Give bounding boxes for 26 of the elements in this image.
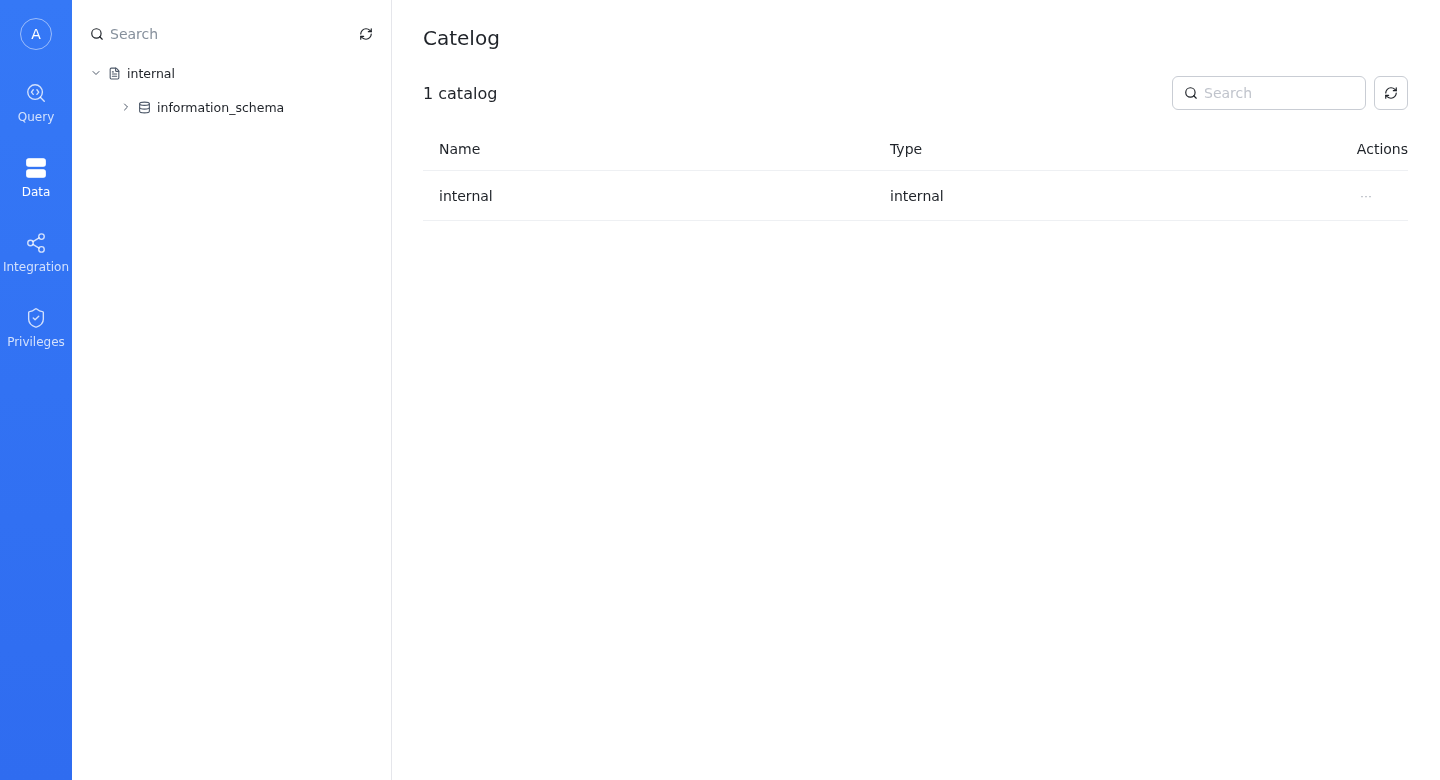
database-icon (138, 100, 151, 114)
refresh-icon[interactable] (359, 27, 373, 41)
server-icon (25, 157, 47, 179)
nav-item[interactable]: Data (0, 157, 72, 218)
refresh-icon (1384, 86, 1398, 100)
search-icon (1184, 86, 1198, 100)
table-cell: internal (439, 187, 493, 204)
column-header: Name (439, 141, 481, 157)
refresh-button[interactable] (1374, 76, 1408, 110)
more-button[interactable]: ··· (1360, 188, 1372, 203)
search-icon (90, 27, 104, 41)
nav-item[interactable]: Query (0, 82, 72, 143)
tree-item[interactable]: internal (90, 56, 373, 90)
column-header: Type (890, 141, 923, 157)
nodes-icon (25, 232, 47, 254)
document-icon (108, 66, 121, 80)
table-cell: internal (890, 187, 944, 204)
code-search-icon (25, 82, 47, 104)
column-header: Actions (1356, 141, 1408, 157)
search-field[interactable]: Search (1172, 76, 1366, 110)
tree-item[interactable]: information_schema (90, 90, 373, 124)
catalog-count: 1 catalog (423, 83, 498, 103)
nav-item[interactable]: Integration (0, 232, 72, 293)
nav-item[interactable]: Privileges (0, 307, 72, 368)
page-title: Catelog (423, 26, 501, 50)
shield-icon (25, 307, 47, 329)
